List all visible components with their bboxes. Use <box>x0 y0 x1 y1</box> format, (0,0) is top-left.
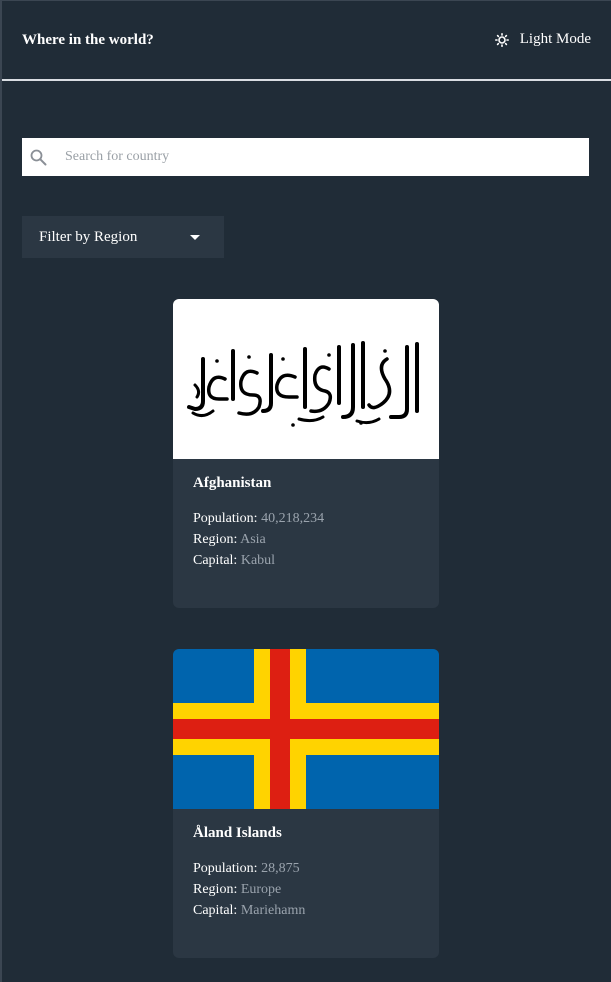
country-card[interactable]: Afghanistan Population: 40,218,234 Regio… <box>173 299 439 608</box>
search-icon <box>30 149 47 166</box>
capital-row: Capital: Mariehamn <box>193 900 419 921</box>
region-filter-label: Filter by Region <box>39 228 138 245</box>
region-value: Asia <box>240 532 266 547</box>
region-row: Region: Europe <box>193 879 419 900</box>
search-input[interactable] <box>65 138 580 176</box>
population-row: Population: 40,218,234 <box>193 508 419 529</box>
region-label: Region: <box>193 532 238 547</box>
afghanistan-flag <box>173 299 439 459</box>
population-value: 28,875 <box>261 861 300 876</box>
capital-label: Capital: <box>193 903 238 918</box>
theme-toggle-label: Light Mode <box>519 31 591 47</box>
country-card[interactable]: Åland Islands Population: 28,875 Region:… <box>173 649 439 958</box>
aland-islands-flag <box>173 649 439 809</box>
caret-down-icon <box>190 235 200 240</box>
site-title: Where in the world? <box>22 32 154 48</box>
search-bar <box>22 138 589 176</box>
country-name: Åland Islands <box>193 825 282 841</box>
capital-value: Kabul <box>240 553 276 568</box>
theme-toggle-button[interactable]: Light Mode <box>494 31 591 48</box>
population-row: Population: 28,875 <box>193 858 419 879</box>
country-name: Afghanistan <box>193 475 272 491</box>
sun-icon <box>494 32 509 47</box>
capital-label: Capital: <box>193 553 238 568</box>
capital-row: Capital: Kabul <box>193 550 419 571</box>
region-filter-dropdown[interactable]: Filter by Region <box>22 216 224 258</box>
top-header: Where in the world? Light Mode <box>2 1 611 81</box>
region-label: Region: <box>193 882 238 897</box>
population-value: 40,218,234 <box>261 511 325 526</box>
population-label: Population: <box>193 511 258 526</box>
region-value: Europe <box>240 882 282 897</box>
population-label: Population: <box>193 861 258 876</box>
region-row: Region: Asia <box>193 529 419 550</box>
capital-value: Mariehamn <box>240 903 306 918</box>
